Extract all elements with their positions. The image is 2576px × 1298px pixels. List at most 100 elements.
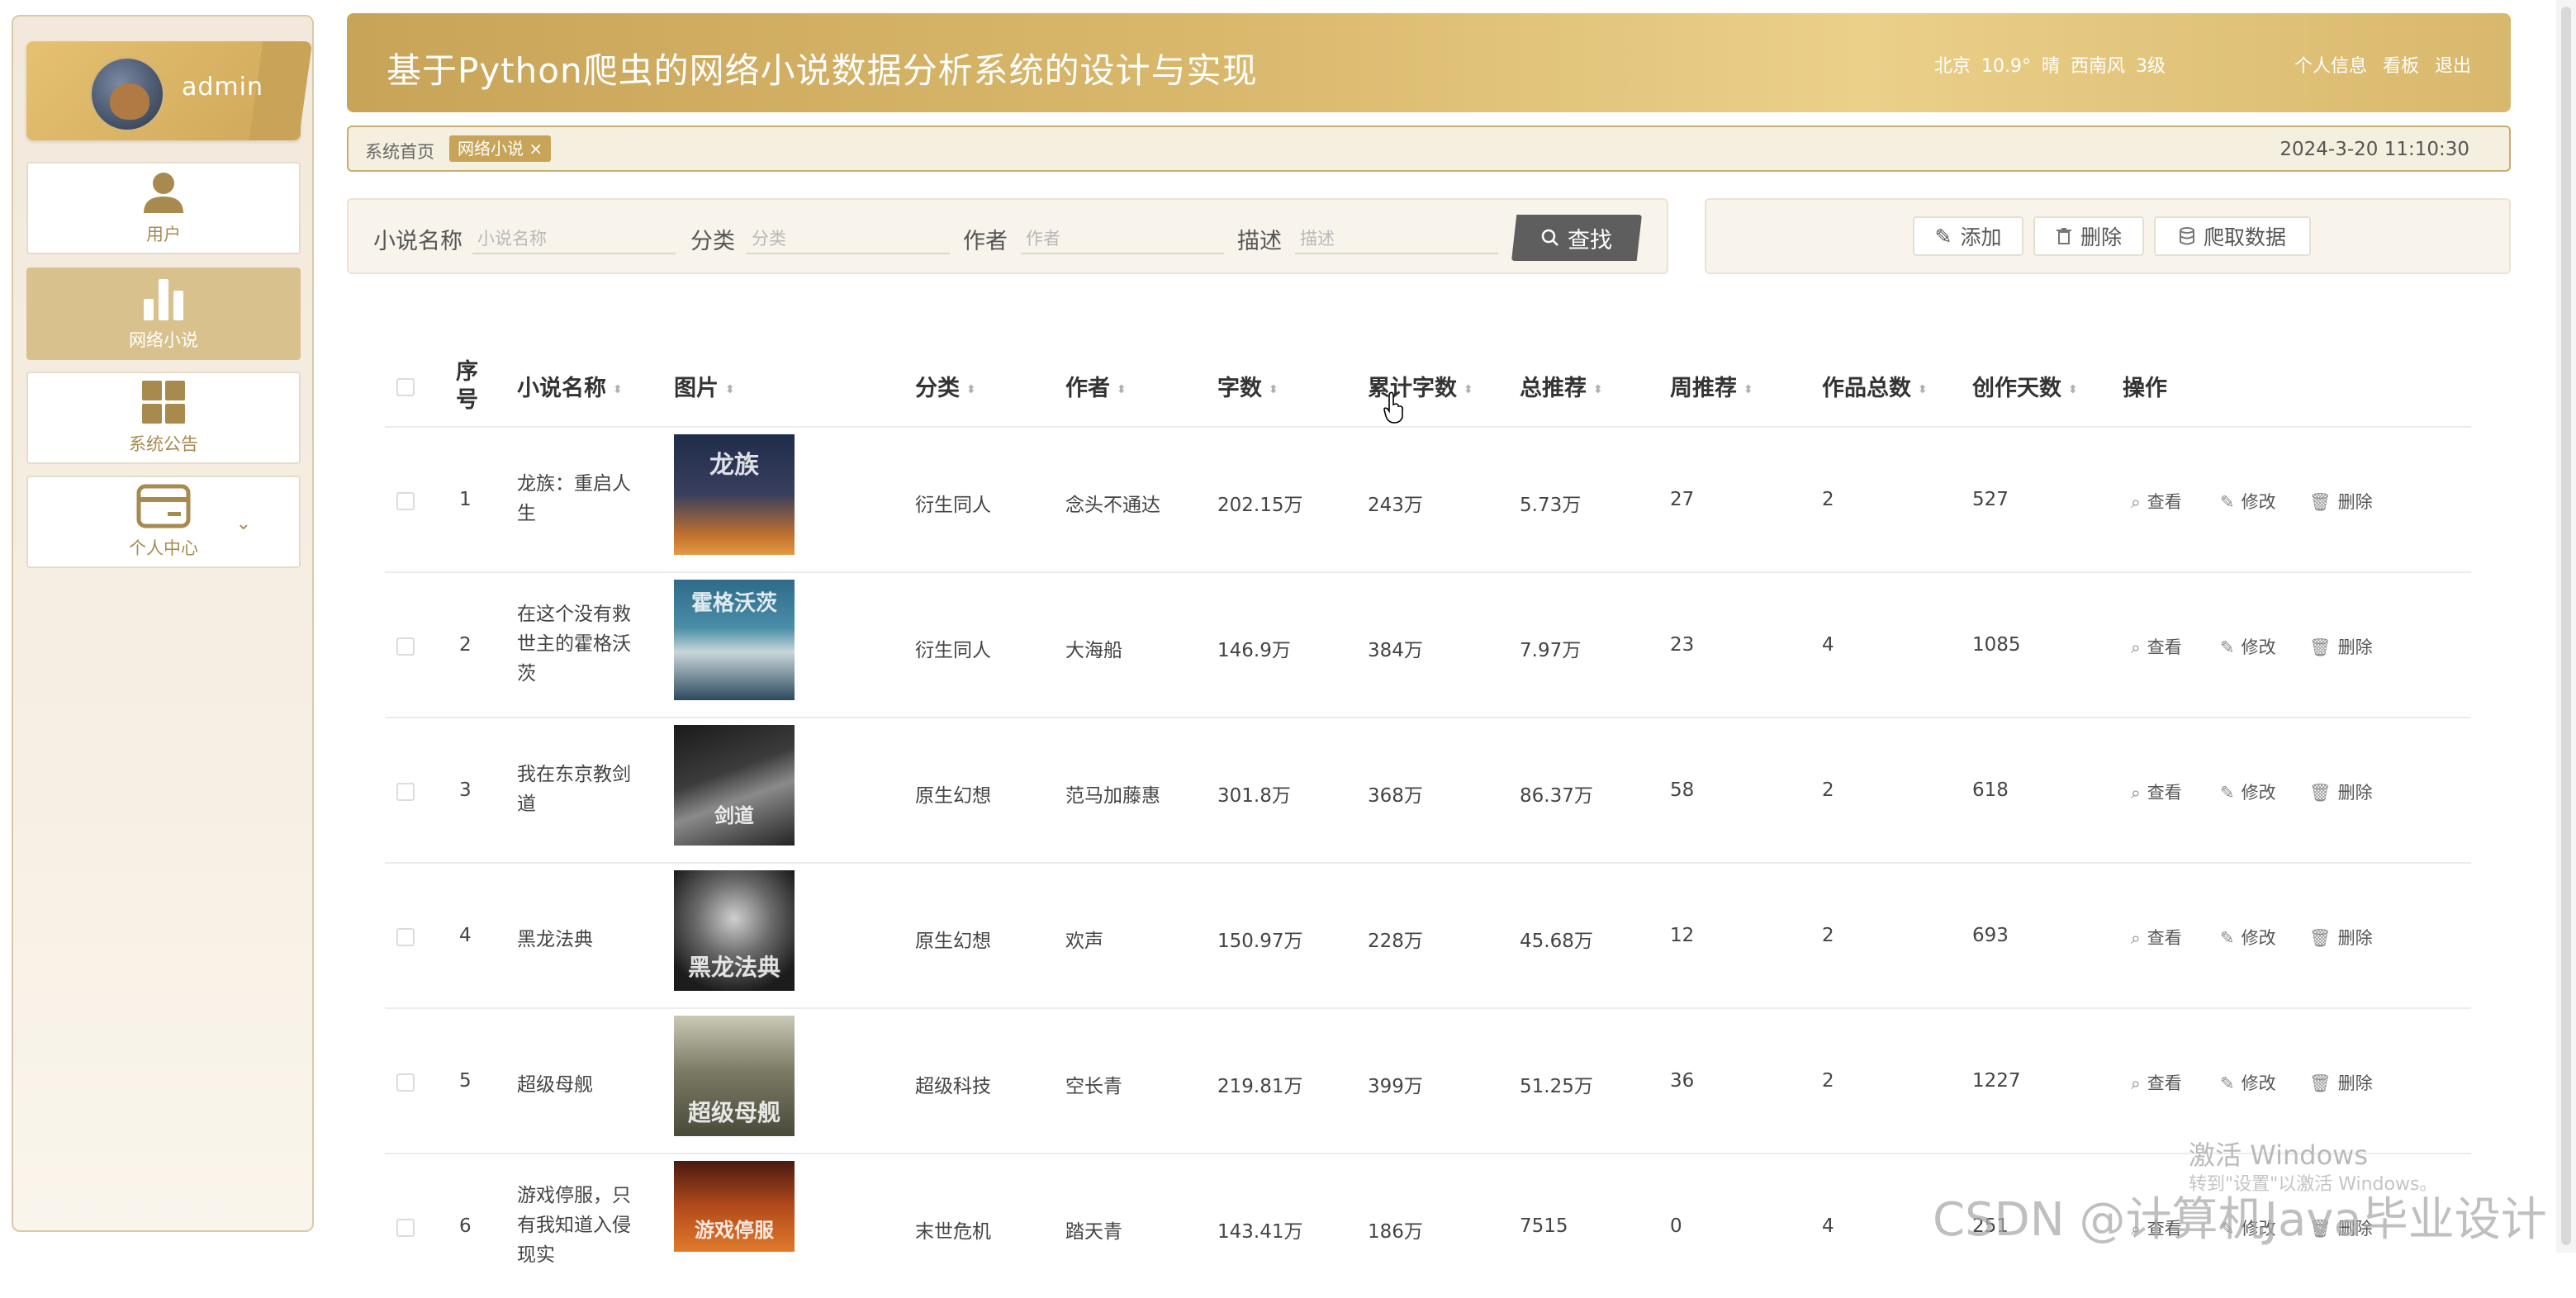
cell-author: 念头不通达 (1065, 495, 1160, 516)
novel-cover-image: 剑道 (674, 725, 795, 846)
novel-name-input[interactable] (472, 216, 676, 254)
view-button[interactable]: ⌕ 查看 (2131, 489, 2182, 514)
edit-button[interactable]: ✎ 修改 (2220, 1070, 2276, 1095)
cell-words: 146.9万 (1217, 640, 1291, 661)
cell-total-words: 228万 (1368, 931, 1423, 952)
sort-icon[interactable]: ⬍ (1918, 383, 1928, 396)
sort-icon[interactable]: ⬍ (966, 383, 976, 396)
sidebar-item-users[interactable]: 用户 (26, 162, 301, 254)
chevron-down-icon[interactable]: ⌄ (236, 514, 251, 534)
delete-row-button[interactable]: 🗑 删除 (2309, 779, 2373, 804)
sort-icon[interactable]: ⬍ (1269, 383, 1279, 396)
sidebar-item-novels[interactable]: 网络小说 (26, 268, 301, 360)
view-button[interactable]: ⌕ 查看 (2131, 634, 2182, 659)
col-words-label: 字数 (1217, 376, 1262, 401)
table-row: 2 在这个没有救世主的霍格沃茨 霍格沃茨 衍生同人 大海船 146.9万 384… (385, 571, 2471, 718)
edit-button[interactable]: ✎ 修改 (2220, 634, 2276, 659)
col-author[interactable]: 作者 ⬍ (1065, 370, 1127, 402)
cell-category: 原生幻想 (915, 931, 991, 952)
cell-works: 4 (1822, 634, 1834, 656)
cell-week-rec: 36 (1670, 1070, 1695, 1092)
edit-icon: ✎ (2220, 492, 2235, 512)
add-button[interactable]: ✎ 添加 (1913, 216, 2023, 256)
cover-title: 游戏停服 (695, 1219, 774, 1242)
delete-row-button[interactable]: 🗑 删除 (2309, 925, 2373, 950)
sidebar-item-personal-center[interactable]: 个人中心 ⌄ (26, 476, 301, 568)
sort-icon[interactable]: ⬍ (2068, 383, 2078, 396)
view-button[interactable]: ⌕ 查看 (2131, 925, 2182, 950)
col-days[interactable]: 创作天数 ⬍ (1972, 370, 2078, 402)
row-checkbox[interactable] (396, 1219, 415, 1237)
scrollbar-thumb[interactable] (2561, 7, 2571, 1245)
sort-icon[interactable]: ⬍ (1464, 383, 1473, 396)
edit-button[interactable]: ✎ 修改 (2220, 489, 2276, 514)
sidebar-item-announcements[interactable]: 系统公告 (26, 372, 301, 464)
user-profile[interactable]: admin (26, 41, 313, 140)
database-icon (2179, 227, 2194, 245)
search-icon: ⌕ (2131, 637, 2141, 657)
delete-label: 删除 (2337, 637, 2373, 657)
edit-button[interactable]: ✎ 修改 (2220, 925, 2276, 950)
col-days-label: 创作天数 (1972, 376, 2061, 401)
table-header: 序号 小说名称 ⬍ 图片 ⬍ 分类 ⬍ 作者 ⬍ 字数 ⬍ 累计字数 ⬍ 总推荐 ⬍ 周推荐 ⬍… (385, 347, 2471, 428)
sort-icon[interactable]: ⬍ (725, 383, 735, 396)
row-checkbox[interactable] (396, 783, 415, 801)
col-image[interactable]: 图片 ⬍ (674, 370, 735, 402)
trash-icon: 🗑 (2309, 637, 2332, 657)
select-all-checkbox[interactable] (396, 378, 415, 396)
table-row: 3 我在东京教剑道 剑道 原生幻想 范马加藤惠 301.8万 368万 86.3… (385, 717, 2471, 864)
sidebar-item-label: 网络小说 (129, 330, 198, 350)
col-works[interactable]: 作品总数 ⬍ (1822, 370, 1928, 402)
search-panel: 小说名称 分类 作者 描述 查找 (347, 198, 1668, 274)
edit-label: 修改 (2241, 1073, 2276, 1093)
cell-week-rec: 58 (1670, 779, 1695, 801)
breadcrumb-home[interactable]: 系统首页 (365, 139, 434, 163)
sort-icon[interactable]: ⬍ (1743, 383, 1753, 396)
delete-button[interactable]: 删除 (2033, 216, 2144, 256)
cell-total-rec: 7.97万 (1520, 640, 1582, 661)
sort-icon[interactable]: ⬍ (1117, 383, 1127, 396)
cell-total-words: 384万 (1368, 640, 1423, 661)
edit-icon: ✎ (2220, 637, 2235, 657)
row-checkbox[interactable] (396, 928, 415, 946)
view-button[interactable]: ⌕ 查看 (2131, 779, 2182, 804)
logout-link[interactable]: 退出 (2435, 56, 2471, 77)
col-category[interactable]: 分类 ⬍ (915, 370, 976, 402)
csdn-watermark: CSDN @计算机Java毕业设计 (1933, 1193, 2547, 1247)
search-button[interactable]: 查找 (1511, 215, 1642, 261)
col-name[interactable]: 小说名称 ⬍ (517, 370, 623, 402)
add-button-label: 添加 (1960, 225, 2002, 249)
dashboard-link[interactable]: 看板 (2383, 56, 2419, 77)
cell-index: 1 (459, 489, 472, 510)
table-row: 5 超级母舰 超级母舰 超级科技 空长青 219.81万 399万 51.25万… (385, 1007, 2471, 1154)
profile-link[interactable]: 个人信息 (2294, 56, 2367, 77)
delete-row-button[interactable]: 🗑 删除 (2309, 634, 2373, 659)
sort-icon[interactable]: ⬍ (613, 383, 623, 396)
cell-category: 衍生同人 (915, 640, 991, 661)
crawl-data-button[interactable]: 爬取数据 (2154, 216, 2311, 256)
breadcrumb-tab-novels[interactable]: 网络小说 × (449, 135, 552, 162)
col-week-rec[interactable]: 周推荐 ⬍ (1670, 370, 1753, 402)
cell-name: 黑龙法典 (517, 929, 593, 950)
col-words[interactable]: 字数 ⬍ (1217, 370, 1279, 402)
col-index: 序号 (456, 359, 478, 413)
windows-activation-watermark: 激活 Windows (2189, 1139, 2369, 1171)
author-input[interactable] (1021, 216, 1224, 254)
row-checkbox[interactable] (396, 637, 415, 656)
view-label: 查看 (2147, 492, 2182, 512)
description-input[interactable] (1295, 216, 1498, 254)
delete-row-button[interactable]: 🗑 删除 (2309, 1070, 2373, 1095)
col-name-label: 小说名称 (517, 376, 606, 401)
row-checkbox[interactable] (396, 492, 415, 510)
category-input[interactable] (747, 216, 950, 254)
delete-row-button[interactable]: 🗑 删除 (2309, 489, 2373, 514)
sort-icon[interactable]: ⬍ (1593, 383, 1603, 396)
cover-title: 黑龙法典 (687, 954, 780, 981)
cell-index: 4 (459, 925, 472, 946)
edit-button[interactable]: ✎ 修改 (2220, 779, 2276, 804)
row-checkbox[interactable] (396, 1073, 415, 1092)
view-button[interactable]: ⌕ 查看 (2131, 1070, 2182, 1095)
col-total-rec[interactable]: 总推荐 ⬍ (1520, 370, 1603, 402)
vertical-scrollbar[interactable] (2556, 0, 2576, 1253)
card-icon (136, 484, 191, 528)
